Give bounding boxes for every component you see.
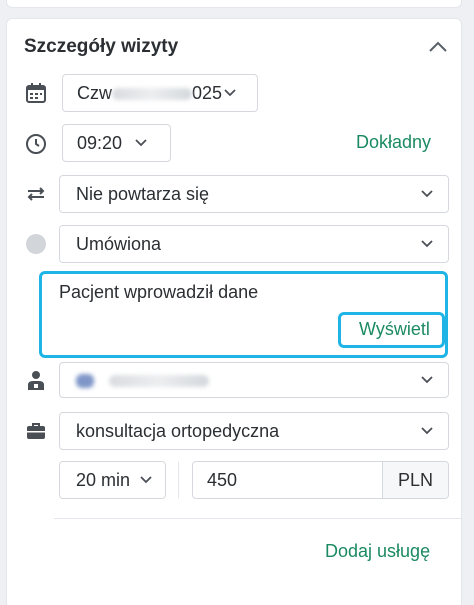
doctor-value	[60, 370, 210, 391]
repeat-value: Nie powtarza się	[76, 183, 210, 204]
duration-select[interactable]: 20 min	[59, 461, 166, 499]
date-value: Czw 025	[63, 83, 222, 104]
calendar-icon	[26, 83, 46, 103]
chevron-down-icon	[140, 476, 152, 484]
doctor-avatar-blurred	[76, 373, 94, 388]
chevron-down-icon	[421, 427, 433, 435]
chevron-up-icon[interactable]	[427, 38, 449, 56]
repeat-select[interactable]: Nie powtarza się	[59, 175, 449, 213]
doctor-select[interactable]	[59, 362, 449, 398]
duration-value: 20 min	[76, 469, 131, 490]
price-value[interactable]: 450	[193, 470, 237, 491]
repeat-icon	[27, 187, 45, 201]
patient-data-message: Pacjent wprowadził dane	[59, 282, 259, 302]
date-select[interactable]: Czw 025	[62, 74, 258, 112]
price-input[interactable]: 450 PLN	[192, 461, 449, 499]
time-value: 09:20	[77, 132, 123, 153]
service-select[interactable]: konsultacja ortopedyczna	[59, 412, 449, 450]
chevron-down-icon	[224, 89, 236, 97]
status-value: Umówiona	[76, 233, 162, 254]
show-patient-data-button[interactable]: Wyświetl	[359, 319, 430, 340]
time-select[interactable]: 09:20	[62, 124, 171, 162]
add-service-button[interactable]: Dodaj usługę	[325, 541, 430, 562]
clock-icon	[26, 134, 46, 154]
chevron-down-icon	[421, 376, 433, 384]
status-select[interactable]: Umówiona	[59, 225, 449, 263]
doctor-name-blurred	[109, 374, 210, 387]
doctor-icon	[28, 371, 44, 390]
status-dot-icon	[26, 234, 46, 254]
briefcase-icon	[27, 423, 45, 439]
chevron-down-icon	[421, 190, 433, 198]
chevron-down-icon	[421, 240, 433, 248]
date-prefix: Czw	[77, 82, 112, 103]
service-value: konsultacja ortopedyczna	[76, 420, 280, 441]
chevron-down-icon	[135, 139, 147, 147]
date-suffix: 025	[192, 82, 223, 103]
currency-label: PLN	[382, 462, 448, 498]
date-blurred	[112, 87, 192, 100]
section-divider	[54, 518, 462, 519]
divider	[178, 462, 179, 498]
precise-time-link[interactable]: Dokładny	[356, 132, 431, 153]
previous-card	[6, 0, 462, 8]
panel-title: Szczegóły wizyty	[24, 36, 179, 57]
